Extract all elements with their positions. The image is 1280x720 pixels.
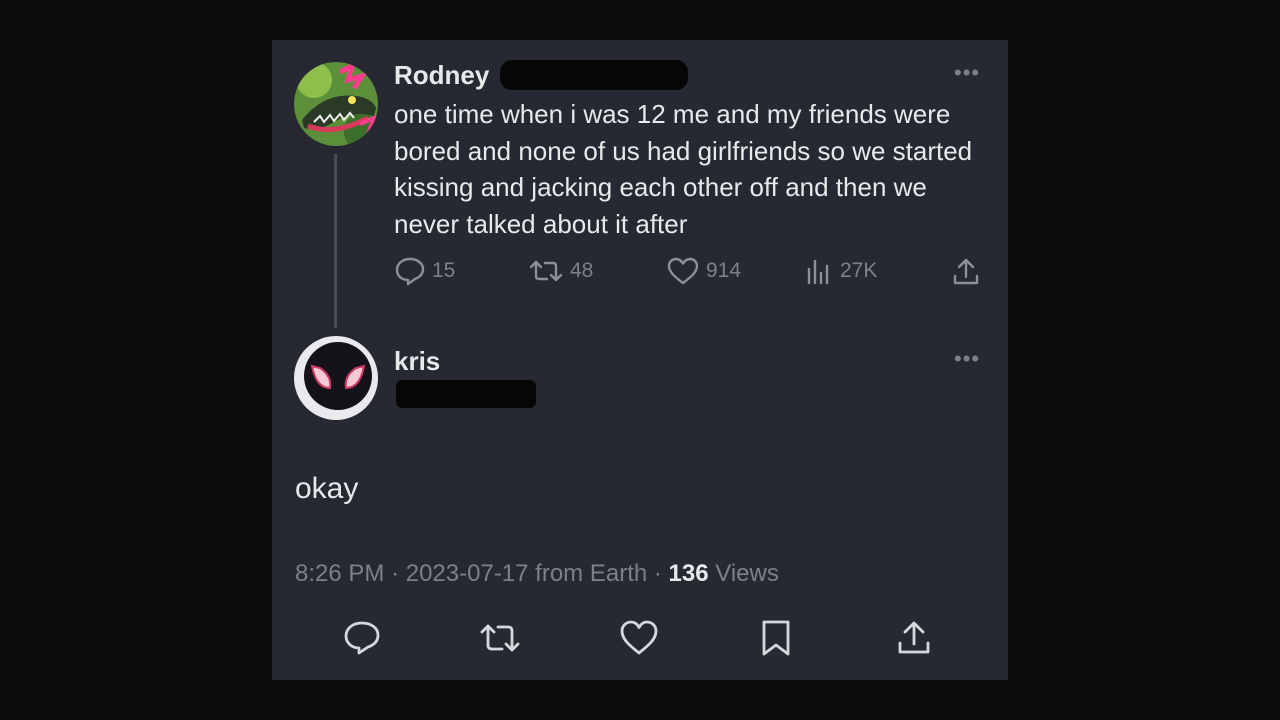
like-count: 914 bbox=[706, 259, 742, 282]
retweet-icon bbox=[529, 260, 563, 282]
rodney-display-name[interactable]: Rodney bbox=[394, 60, 489, 91]
retweet-action[interactable]: 48 bbox=[528, 256, 593, 286]
reply-action[interactable]: 15 bbox=[394, 256, 455, 286]
kris-avatar[interactable] bbox=[294, 336, 378, 420]
views-label: Views bbox=[715, 560, 779, 587]
rodney-tweet-text: one time when i was 12 me and my friends… bbox=[394, 99, 973, 239]
bookmark-icon bbox=[762, 620, 790, 656]
kris-reply-text: okay bbox=[295, 472, 359, 505]
tweet-time[interactable]: 8:26 PM bbox=[295, 560, 384, 587]
heart-icon bbox=[667, 257, 699, 285]
rodney-avatar[interactable] bbox=[294, 62, 378, 146]
bookmark-button[interactable] bbox=[758, 618, 794, 663]
share-button[interactable] bbox=[894, 618, 934, 663]
like-button[interactable] bbox=[618, 618, 660, 663]
like-action[interactable]: 914 bbox=[666, 256, 741, 286]
share-action[interactable] bbox=[950, 256, 982, 288]
reply-icon bbox=[395, 257, 425, 286]
views-count: 27K bbox=[840, 259, 878, 282]
tweet-date[interactable]: 2023-07-17 bbox=[406, 560, 529, 587]
retweet-count: 48 bbox=[570, 259, 594, 282]
more-options-icon[interactable]: ••• bbox=[954, 346, 980, 372]
kris-display-name[interactable]: kris bbox=[394, 346, 440, 377]
reply-icon bbox=[344, 621, 380, 655]
retweet-icon bbox=[480, 624, 520, 652]
heart-icon bbox=[620, 620, 658, 655]
tweet-source: from Earth bbox=[535, 560, 648, 587]
share-icon bbox=[953, 258, 979, 285]
redacted-handle bbox=[500, 60, 688, 90]
tweet-card: Rodney ••• one time when i was 12 me and… bbox=[272, 40, 1008, 680]
reply-tweet-actions bbox=[272, 618, 1008, 662]
views-action[interactable]: 27K bbox=[804, 256, 877, 286]
thread-connector-line bbox=[334, 154, 337, 328]
share-icon bbox=[898, 621, 930, 654]
views-chart-icon bbox=[807, 259, 829, 285]
reply-count: 15 bbox=[432, 259, 456, 282]
redacted-handle bbox=[396, 380, 536, 408]
views-total[interactable]: 136 bbox=[669, 560, 709, 587]
retweet-button[interactable] bbox=[478, 618, 522, 663]
rodney-tweet-actions: 15 48 914 27K bbox=[394, 256, 984, 290]
tweet-metadata: 8:26 PM · 2023-07-17 from Earth · 136 Vi… bbox=[295, 560, 779, 587]
more-options-icon[interactable]: ••• bbox=[954, 60, 980, 86]
reply-button[interactable] bbox=[342, 618, 382, 663]
